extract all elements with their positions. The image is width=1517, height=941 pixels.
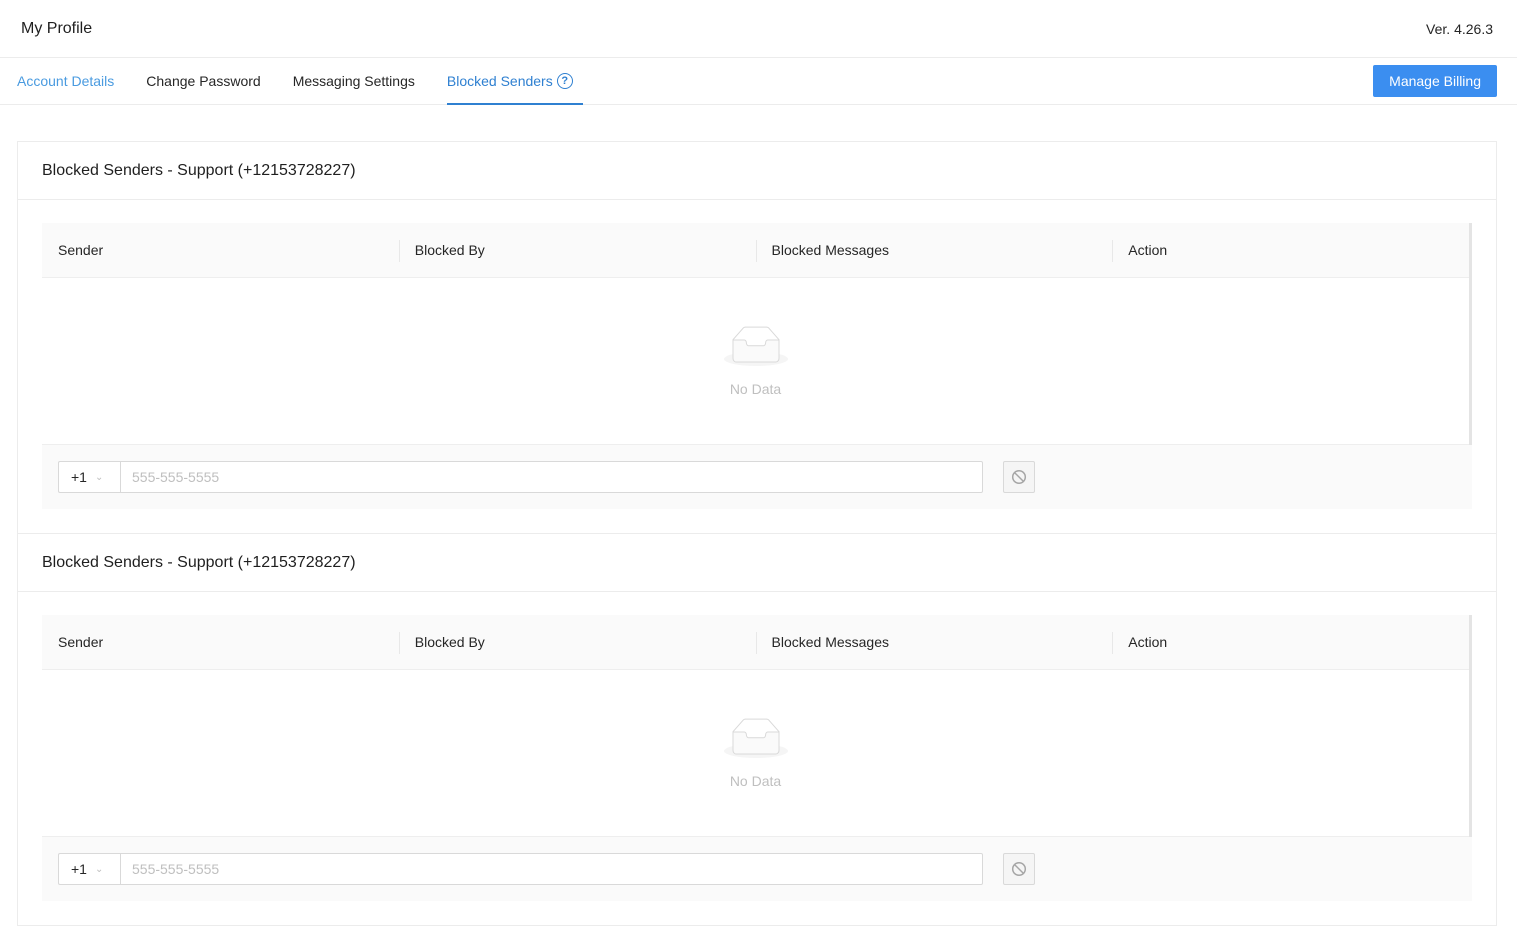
page-title: My Profile [21, 19, 93, 37]
chevron-down-icon: ⌄ [94, 863, 104, 875]
column-header-action: Action [1112, 615, 1469, 669]
country-code-select[interactable]: +1 ⌄ [58, 461, 120, 493]
add-blocked-sender-row: +1 ⌄ [42, 837, 1472, 901]
empty-state: No Data [42, 670, 1469, 837]
manage-billing-button[interactable]: Manage Billing [1373, 65, 1497, 97]
tab-label: Messaging Settings [292, 73, 415, 89]
column-header-blocked-by: Blocked By [398, 223, 756, 277]
main-content: Blocked Senders - Support (+12153728227)… [0, 105, 1517, 926]
empty-inbox-icon [723, 326, 788, 366]
card-title: Blocked Senders - Support (+12153728227) [18, 534, 1496, 592]
block-icon [1011, 469, 1027, 485]
empty-inbox-icon [723, 718, 788, 758]
card-body: Sender Blocked By Blocked Messages Actio… [18, 200, 1496, 533]
column-header-blocked-messages: Blocked Messages [755, 223, 1113, 277]
blocked-senders-table: Sender Blocked By Blocked Messages Actio… [42, 223, 1472, 445]
table-header: Sender Blocked By Blocked Messages Actio… [42, 615, 1469, 670]
blocked-senders-table: Sender Blocked By Blocked Messages Actio… [42, 615, 1472, 837]
question-circle-icon[interactable]: ? [556, 73, 573, 89]
phone-number-input[interactable] [120, 853, 983, 885]
tab-label: Blocked Senders [446, 73, 553, 89]
table-header: Sender Blocked By Blocked Messages Actio… [42, 223, 1469, 278]
tab-label: Account Details [17, 73, 115, 89]
blocked-senders-card: Blocked Senders - Support (+12153728227)… [17, 533, 1497, 926]
card-title: Blocked Senders - Support (+12153728227) [18, 142, 1496, 200]
tab-blocked-senders[interactable]: Blocked Senders ? [446, 58, 583, 105]
country-code-value: +1 [71, 861, 87, 877]
country-code-value: +1 [71, 469, 87, 485]
column-header-sender: Sender [58, 242, 104, 258]
blocked-senders-card: Blocked Senders - Support (+12153728227)… [17, 141, 1497, 533]
column-header-action: Action [1112, 223, 1469, 277]
block-icon [1011, 861, 1027, 877]
tab-change-password[interactable]: Change Password [146, 58, 260, 104]
card-body: Sender Blocked By Blocked Messages Actio… [18, 592, 1496, 925]
empty-text: No Data [729, 772, 782, 789]
version-label: Ver. 4.26.3 [1426, 20, 1493, 37]
block-sender-button[interactable] [1003, 853, 1035, 885]
phone-input-group: +1 ⌄ [58, 461, 983, 493]
tabs-bar: Account Details Change Password Messagin… [0, 58, 1517, 105]
tab-messaging-settings[interactable]: Messaging Settings [293, 58, 415, 104]
column-header-blocked-messages: Blocked Messages [755, 615, 1113, 669]
block-sender-button[interactable] [1003, 461, 1035, 493]
column-header-sender: Sender [58, 634, 104, 650]
tab-account-details[interactable]: Account Details [17, 58, 114, 104]
empty-state: No Data [42, 278, 1469, 445]
phone-number-input[interactable] [120, 461, 983, 493]
chevron-down-icon: ⌄ [94, 471, 104, 483]
country-code-select[interactable]: +1 ⌄ [58, 853, 120, 885]
profile-tabs: Account Details Change Password Messagin… [17, 58, 605, 105]
tab-label: Change Password [146, 73, 261, 89]
page-header: My Profile Ver. 4.26.3 [0, 0, 1517, 58]
empty-text: No Data [729, 380, 782, 397]
column-header-blocked-by: Blocked By [398, 615, 756, 669]
add-blocked-sender-row: +1 ⌄ [42, 445, 1472, 509]
phone-input-group: +1 ⌄ [58, 853, 983, 885]
